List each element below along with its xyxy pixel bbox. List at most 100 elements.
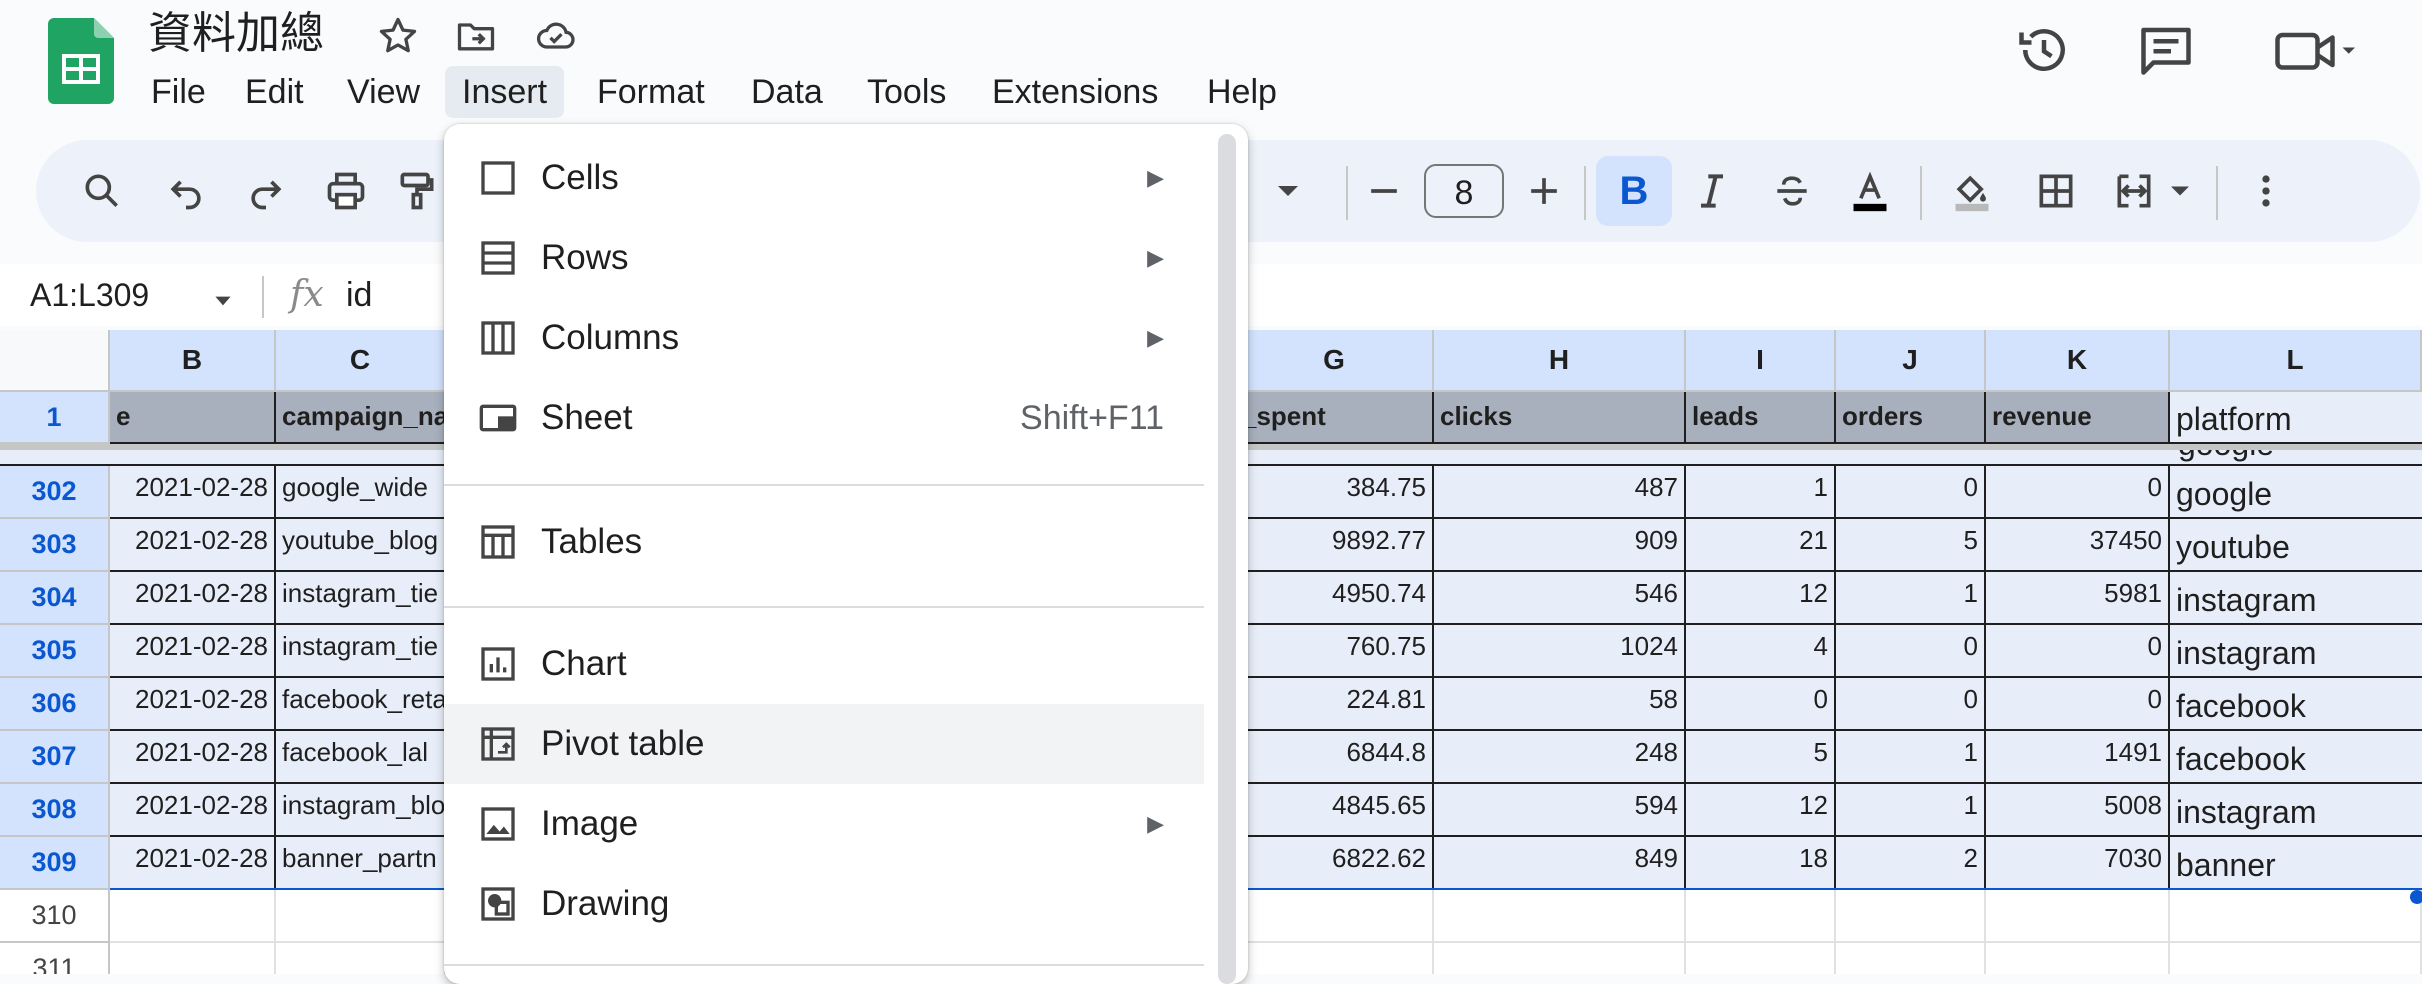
empty-cell[interactable] <box>110 890 276 943</box>
row-header[interactable]: 302 <box>0 466 110 519</box>
leads-cell[interactable]: 12 <box>1686 572 1836 625</box>
column-header-g[interactable]: G <box>1236 330 1434 392</box>
name-box[interactable]: A1:L309 <box>30 272 149 318</box>
empty-cell[interactable] <box>1686 943 1836 974</box>
platform-cell[interactable]: instagram <box>2170 572 2422 625</box>
platform-cell[interactable]: facebook <box>2170 731 2422 784</box>
platform-cell[interactable]: instagram <box>2170 625 2422 678</box>
borders-icon[interactable] <box>2026 160 2086 222</box>
leads-cell[interactable]: 5 <box>1686 731 1836 784</box>
empty-cell[interactable] <box>1986 943 2170 974</box>
date-cell[interactable]: 2021-02-28 <box>110 519 276 572</box>
formula-input[interactable]: id <box>346 272 372 318</box>
column-header-h[interactable]: H <box>1434 330 1686 392</box>
orders-cell[interactable]: 1 <box>1836 731 1986 784</box>
version-history-icon[interactable] <box>2014 20 2074 80</box>
header-cell-b[interactable]: e <box>110 392 276 444</box>
spent-cell[interactable]: 6844.8 <box>1236 731 1434 784</box>
row-header[interactable]: 307 <box>0 731 110 784</box>
platform-cell[interactable]: youtube <box>2170 519 2422 572</box>
header-cell-k[interactable]: revenue <box>1986 392 2170 444</box>
campaign-cell[interactable]: facebook_reta <box>276 678 446 731</box>
empty-cell[interactable] <box>1686 890 1836 943</box>
document-title[interactable]: 資料加總 <box>148 6 324 62</box>
date-cell[interactable]: 2021-02-28 <box>110 784 276 837</box>
clicks-cell[interactable]: 909 <box>1434 519 1686 572</box>
empty-cell[interactable] <box>276 890 446 943</box>
date-cell[interactable]: 2021-02-28 <box>110 678 276 731</box>
menu-item-pivot-table[interactable]: Pivot table <box>444 704 1204 784</box>
revenue-cell[interactable]: 7030 <box>1986 837 2170 890</box>
header-cell-h[interactable]: clicks <box>1434 392 1686 444</box>
empty-cell[interactable] <box>276 943 446 974</box>
menu-view[interactable]: View <box>330 66 437 118</box>
row-header[interactable]: 1 <box>0 392 110 444</box>
clicks-cell[interactable]: 248 <box>1434 731 1686 784</box>
column-header-b[interactable]: B <box>110 330 276 392</box>
meet-icon[interactable] <box>2270 20 2360 80</box>
menu-item-rows[interactable]: Rows ▶ <box>444 218 1204 298</box>
menu-item-tables[interactable]: Tables <box>444 502 1204 582</box>
campaign-cell[interactable]: instagram_blo <box>276 784 446 837</box>
clicks-cell[interactable]: 487 <box>1434 466 1686 519</box>
name-box-dropdown-icon[interactable] <box>210 288 236 319</box>
menu-help[interactable]: Help <box>1190 66 1294 118</box>
row-header[interactable]: 304 <box>0 572 110 625</box>
cloud-saved-icon[interactable] <box>534 14 578 58</box>
revenue-cell[interactable]: 0 <box>1986 678 2170 731</box>
spent-cell[interactable]: 4845.65 <box>1236 784 1434 837</box>
strikethrough-icon[interactable] <box>1762 160 1822 222</box>
campaign-cell[interactable]: instagram_tie <box>276 572 446 625</box>
spent-cell[interactable]: 760.75 <box>1236 625 1434 678</box>
empty-cell[interactable] <box>1236 890 1434 943</box>
orders-cell[interactable]: 0 <box>1836 625 1986 678</box>
empty-cell[interactable] <box>110 943 276 974</box>
campaign-cell[interactable]: banner_partn <box>276 837 446 890</box>
undo-icon[interactable] <box>156 160 216 222</box>
menu-item-drawing[interactable]: Drawing <box>444 864 1204 944</box>
row-header[interactable]: 311 <box>0 943 110 974</box>
menu-scrollbar[interactable] <box>1218 134 1236 984</box>
search-menus-icon[interactable] <box>72 160 132 222</box>
row-header[interactable]: 305 <box>0 625 110 678</box>
empty-cell[interactable] <box>2170 943 2422 974</box>
date-cell[interactable]: 2021-02-28 <box>110 731 276 784</box>
row-header[interactable]: 310 <box>0 890 110 943</box>
empty-cell[interactable] <box>1434 890 1686 943</box>
print-icon[interactable] <box>316 160 376 222</box>
platform-cell[interactable]: facebook <box>2170 678 2422 731</box>
row-header[interactable]: 308 <box>0 784 110 837</box>
selection-drag-handle[interactable] <box>2410 890 2422 904</box>
header-cell-j[interactable]: orders <box>1836 392 1986 444</box>
redo-icon[interactable] <box>236 160 296 222</box>
column-header-c[interactable]: C <box>276 330 446 392</box>
menu-insert[interactable]: Insert <box>445 66 565 118</box>
orders-cell[interactable]: 0 <box>1836 678 1986 731</box>
campaign-cell[interactable]: youtube_blog <box>276 519 446 572</box>
decrease-font-size-icon[interactable] <box>1354 160 1414 222</box>
spent-cell[interactable]: 6822.62 <box>1236 837 1434 890</box>
menu-tools[interactable]: Tools <box>850 66 963 118</box>
clicks-cell[interactable]: 594 <box>1434 784 1686 837</box>
leads-cell[interactable]: 0 <box>1686 678 1836 731</box>
text-color-icon[interactable] <box>1840 160 1900 222</box>
empty-cell[interactable] <box>1836 890 1986 943</box>
italic-icon[interactable] <box>1682 160 1742 222</box>
date-cell[interactable]: 2021-02-28 <box>110 572 276 625</box>
menu-data[interactable]: Data <box>734 66 840 118</box>
menu-item-chart[interactable]: Chart <box>444 624 1204 704</box>
spent-cell[interactable]: 9892.77 <box>1236 519 1434 572</box>
select-all-corner[interactable] <box>0 330 110 392</box>
revenue-cell[interactable]: 5981 <box>1986 572 2170 625</box>
platform-cell[interactable]: banner <box>2170 837 2422 890</box>
orders-cell[interactable]: 1 <box>1836 572 1986 625</box>
menu-extensions[interactable]: Extensions <box>975 66 1175 118</box>
campaign-cell[interactable]: facebook_lal <box>276 731 446 784</box>
spent-cell[interactable]: 224.81 <box>1236 678 1434 731</box>
leads-cell[interactable]: 4 <box>1686 625 1836 678</box>
increase-font-size-icon[interactable] <box>1514 160 1574 222</box>
platform-cell[interactable]: instagram <box>2170 784 2422 837</box>
row-header[interactable]: 309 <box>0 837 110 890</box>
campaign-cell[interactable]: google_wide <box>276 466 446 519</box>
revenue-cell[interactable]: 5008 <box>1986 784 2170 837</box>
